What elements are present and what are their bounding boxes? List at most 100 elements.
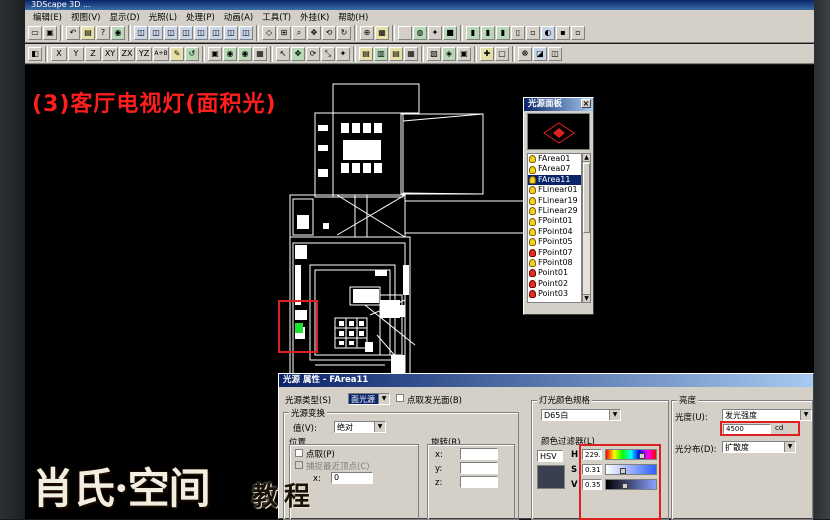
axis-zx-button[interactable]: ZX: [119, 46, 135, 61]
orbit-icon[interactable]: ⟲: [322, 25, 336, 40]
light-list-scrollbar[interactable]: ▲ ▼: [582, 153, 591, 303]
intensity-input[interactable]: 4500: [723, 424, 771, 434]
view-top-icon[interactable]: ◫: [194, 25, 208, 40]
tool-o-icon[interactable]: ▤: [389, 46, 403, 61]
light-list-item[interactable]: FArea07: [528, 164, 581, 174]
render-icon[interactable]: ▤: [81, 25, 95, 40]
tool-c-icon[interactable]: ▮: [496, 25, 510, 40]
scroll-down-button[interactable]: ▼: [583, 294, 590, 302]
zoom-icon[interactable]: ⌕: [292, 25, 306, 40]
tool-m-icon[interactable]: ▤: [359, 46, 373, 61]
tool-x-icon[interactable]: ◫: [548, 46, 562, 61]
value-slider-thumb[interactable]: [622, 483, 628, 489]
material-icon[interactable]: ◍: [413, 25, 427, 40]
s-input[interactable]: 0.31: [582, 464, 602, 475]
tool-b-icon[interactable]: ▮: [481, 25, 495, 40]
tool-d-icon[interactable]: ▯: [511, 25, 525, 40]
light-list-item[interactable]: Point02: [528, 279, 581, 289]
menu-tools[interactable]: 工具(T): [262, 11, 291, 23]
value-slider[interactable]: [605, 479, 657, 490]
light-list-item[interactable]: FPoint07: [528, 248, 581, 258]
axis-y-button[interactable]: Y: [68, 46, 84, 61]
view-iso-icon[interactable]: ◫: [224, 25, 238, 40]
tool-j-icon[interactable]: ◉: [238, 46, 252, 61]
light-list[interactable]: FArea01 FArea07 FArea11 FLinear01 FLinear19 F…: [527, 153, 582, 303]
saturation-slider-thumb[interactable]: [620, 468, 626, 474]
tool-f-icon[interactable]: ▪: [556, 25, 570, 40]
refresh-icon[interactable]: ↺: [185, 46, 199, 61]
color-model-select[interactable]: HSV: [537, 450, 563, 462]
axis-ab-button[interactable]: A+B: [153, 46, 169, 61]
undo-icon[interactable]: ↶: [66, 25, 80, 40]
axis-x-button[interactable]: X: [51, 46, 67, 61]
menu-animation[interactable]: 动画(A): [224, 11, 253, 23]
pan-icon[interactable]: ✥: [307, 25, 321, 40]
tool-e-icon[interactable]: ▫: [526, 25, 540, 40]
axis-z-button[interactable]: Z: [85, 46, 101, 61]
scroll-up-button[interactable]: ▲: [583, 154, 590, 162]
tool-g-icon[interactable]: ▫: [571, 25, 585, 40]
light-list-item[interactable]: FLinear01: [528, 185, 581, 195]
help-icon[interactable]: ?: [96, 25, 110, 40]
cube-icon[interactable]: ■: [443, 25, 457, 40]
color-spec-select[interactable]: D65白 ▼: [541, 409, 621, 421]
globe-icon[interactable]: ◐: [541, 25, 555, 40]
luminosity-type-select[interactable]: 发光强度 ▼: [722, 409, 812, 421]
color-swatch[interactable]: [537, 465, 565, 489]
distribution-select[interactable]: 扩散度 ▼: [722, 441, 796, 453]
light-list-item[interactable]: FLinear19: [528, 196, 581, 206]
light-list-item[interactable]: FLinear29: [528, 206, 581, 216]
pick-emit-face-checkbox[interactable]: [396, 394, 404, 402]
tool-l-icon[interactable]: ✦: [336, 46, 350, 61]
h-input[interactable]: 229.: [582, 449, 602, 460]
scroll-thumb[interactable]: [583, 163, 590, 233]
tool-w-icon[interactable]: ◪: [533, 46, 547, 61]
tool-k-icon[interactable]: ▦: [253, 46, 267, 61]
tool-i-icon[interactable]: ◉: [223, 46, 237, 61]
light-icon[interactable]: ✦: [428, 25, 442, 40]
collapse-icon[interactable]: ◧: [28, 46, 42, 61]
tool-n-icon[interactable]: ▥: [374, 46, 388, 61]
wireframe-icon[interactable]: ◇: [262, 25, 276, 40]
tool-q-icon[interactable]: ▧: [427, 46, 441, 61]
light-list-item[interactable]: FPoint01: [528, 216, 581, 226]
light-list-item[interactable]: Point03: [528, 289, 581, 299]
zoom-window-icon[interactable]: ⊕: [360, 25, 374, 40]
tool-u-icon[interactable]: ▢: [495, 46, 509, 61]
move-icon[interactable]: ✥: [291, 46, 305, 61]
snap-vertex-checkbox[interactable]: [295, 461, 303, 469]
saturation-slider[interactable]: [605, 464, 657, 475]
light-list-item[interactable]: FArea01: [528, 154, 581, 164]
tool-a-icon[interactable]: ▮: [466, 25, 480, 40]
tool-r-icon[interactable]: ◈: [442, 46, 456, 61]
rotate-icon[interactable]: ⟳: [306, 46, 320, 61]
menu-help[interactable]: 帮助(H): [338, 11, 368, 23]
tool-s-icon[interactable]: ▣: [457, 46, 471, 61]
camera-icon[interactable]: ◉: [111, 25, 125, 40]
light-list-item[interactable]: FPoint04: [528, 227, 581, 237]
menu-plugins[interactable]: 外挂(K): [300, 11, 329, 23]
menu-display[interactable]: 显示(D): [109, 11, 139, 23]
new-file-icon[interactable]: ▭: [28, 25, 42, 40]
light-list-item[interactable]: Point01: [528, 268, 581, 278]
view-right-icon[interactable]: ◫: [179, 25, 193, 40]
rotation-z-input[interactable]: [460, 476, 498, 488]
paint-icon[interactable]: ✎: [170, 46, 184, 61]
source-type-select[interactable]: 面光源 ▼: [348, 393, 390, 405]
view-bottom-icon[interactable]: ◫: [209, 25, 223, 40]
tool-h-icon[interactable]: ▣: [208, 46, 222, 61]
zoom-extents-icon[interactable]: ⊞: [277, 25, 291, 40]
menu-edit[interactable]: 编辑(E): [33, 11, 62, 23]
menu-view[interactable]: 视图(V): [71, 11, 100, 23]
tool-v-icon[interactable]: ☸: [518, 46, 532, 61]
view-back-icon[interactable]: ◫: [149, 25, 163, 40]
view-front-icon[interactable]: ◫: [134, 25, 148, 40]
tool-t-icon[interactable]: ✚: [480, 46, 494, 61]
light-list-item[interactable]: FPoint05: [528, 237, 581, 247]
select-icon[interactable]: ↖: [276, 46, 290, 61]
scale-icon[interactable]: ⤡: [321, 46, 335, 61]
menu-lighting[interactable]: 光照(L): [149, 11, 177, 23]
v-input[interactable]: 0.35: [582, 479, 602, 490]
value-mode-select[interactable]: 绝对 ▼: [334, 421, 386, 433]
rotation-x-input[interactable]: [460, 448, 498, 460]
